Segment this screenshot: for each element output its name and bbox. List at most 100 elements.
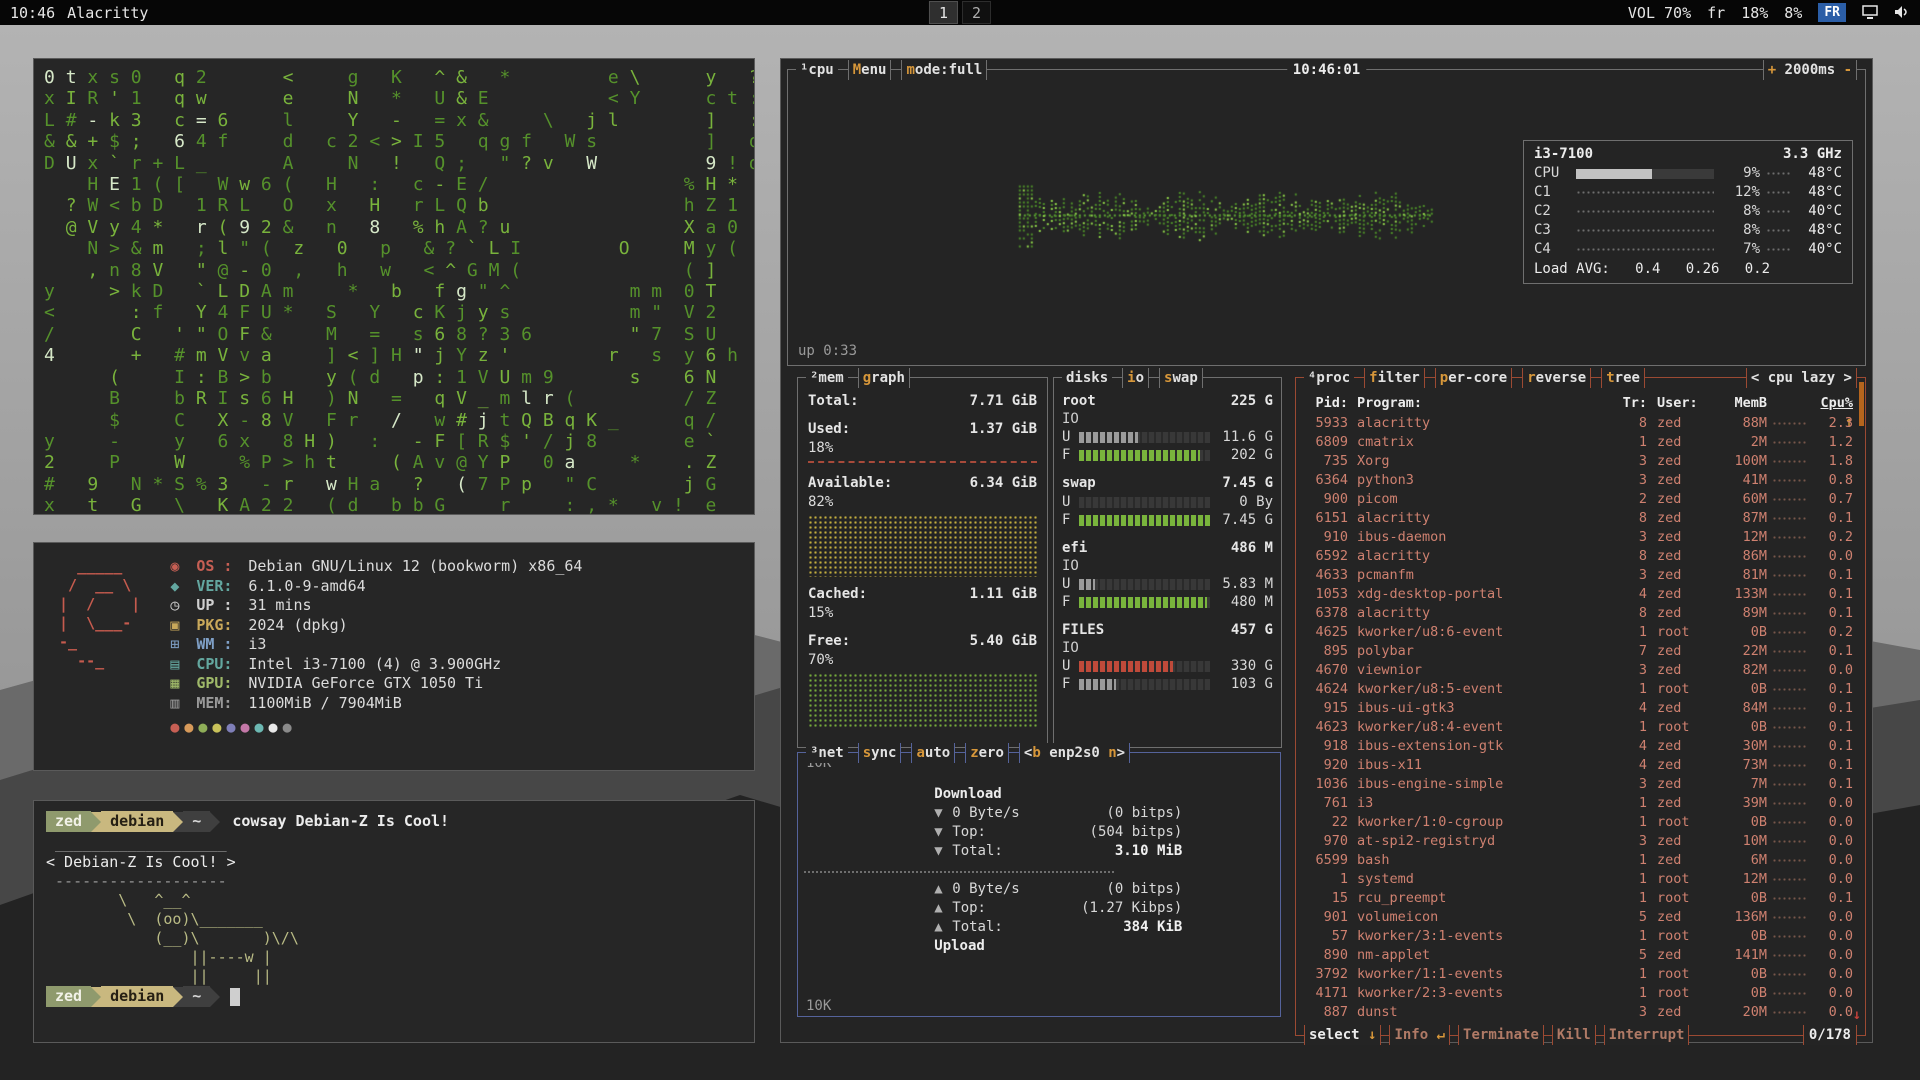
tab-reverse[interactable]: reverse (1522, 368, 1591, 388)
proc-row[interactable]: 5933alacritty8zed88M2.3 (1302, 414, 1853, 433)
debian-logo-ascii: _____ / __ \ | / | | \___- -_ --_ (50, 557, 140, 736)
tab-sync[interactable]: sync (858, 743, 902, 763)
proc-row[interactable]: 6378alacritty8zed89M0.1 (1302, 604, 1853, 623)
proc-row[interactable]: 1systemd1root12M0.0 (1302, 870, 1853, 889)
command-text: cowsay Debian-Z Is Cool! (232, 812, 449, 831)
kernel-icon: ◆ (170, 577, 196, 597)
tab-interval[interactable]: + 2000ms - (1763, 60, 1857, 80)
net-down-rows: ▼0 Byte/s(0 bitps)▼Top:(504 bitps)▼Total… (934, 804, 1182, 861)
scroll-down-icon[interactable]: ↓ (1853, 1007, 1861, 1023)
cpu-core-rows: CPU9%48°CC112%48°CC28%40°CC38%48°CC47%40… (1534, 164, 1842, 259)
proc-row[interactable]: 887dunst3zed20M0.0 (1302, 1003, 1853, 1022)
proc-row[interactable]: 22kworker/1:0-cgroup1root0B0.0 (1302, 813, 1853, 832)
mem-rows: Total:7.71 GiBUsed:1.37 GiB18%Available:… (798, 378, 1047, 747)
proc-footer-tabs: select ↓ Info ↵ Terminate Kill Interrupt (1304, 1025, 1689, 1045)
proc-row[interactable]: 761i31zed39M0.0 (1302, 794, 1853, 813)
net-stat-row: ▲0 Byte/s(0 bitps) (934, 880, 1182, 899)
prompt-separator (173, 987, 183, 1007)
proc-row[interactable]: 970at-spi2-registryd3zed10M0.0 (1302, 832, 1853, 851)
cpu-panel: ¹cpuMenumode:full 10:46:01 + 2000ms - i3… (787, 69, 1866, 366)
tab-auto[interactable]: auto (911, 743, 955, 763)
palette-dot: ● (226, 718, 240, 736)
proc-row[interactable]: 3792kworker/1:1-events1root0B0.0 (1302, 965, 1853, 984)
proc-row[interactable]: 915ibus-ui-gtk34zed84M0.1 (1302, 699, 1853, 718)
proc-row[interactable]: 1053xdg-desktop-portal4zed133M0.1 (1302, 585, 1853, 604)
proc-row[interactable]: 15rcu_preempt1root0B0.1 (1302, 889, 1853, 908)
proc-row[interactable]: 890nm-applet5zed141M0.0 (1302, 946, 1853, 965)
cpu-tabs: ¹cpuMenumode:full (796, 60, 987, 80)
cpu-core-row: C112%48°C (1534, 183, 1842, 202)
proc-row[interactable]: 4625kworker/u8:6-event1root0B0.2 (1302, 623, 1853, 642)
cpu-model: i3-7100 (1534, 145, 1593, 164)
proc-row[interactable]: 4624kworker/u8:5-event1root0B0.1 (1302, 680, 1853, 699)
proc-row[interactable]: 4633pcmanfm3zed81M0.1 (1302, 566, 1853, 585)
proc-tabs: ⁴procfilterper-corereversetree (1304, 368, 1645, 388)
btn-select[interactable]: select ↓ (1304, 1025, 1381, 1045)
keyboard-layout-indicator: fr (1707, 4, 1725, 22)
tab-graph[interactable]: graph (858, 368, 910, 388)
terminal-cowsay[interactable]: zed debian ~ cowsay Debian-Z Is Cool! __… (33, 800, 755, 1043)
prompt-separator (173, 812, 183, 832)
net-tabs: ³netsyncautozero<b enp2s0 n> (806, 743, 1130, 763)
volume-indicator[interactable]: VOL 70% (1628, 4, 1691, 22)
proc-row[interactable]: 6364python33zed41M0.8 (1302, 471, 1853, 490)
proc-row[interactable]: 4670viewnior3zed82M0.0 (1302, 661, 1853, 680)
proc-row[interactable]: 6592alacritty8zed86M0.0 (1302, 547, 1853, 566)
focused-window-title: Alacritty (67, 4, 148, 22)
btn-interrupt[interactable]: Interrupt (1604, 1025, 1690, 1045)
disk-section: FILES457 GIOU330 GF103 G (1062, 621, 1273, 693)
workspace-button-2[interactable]: 2 (962, 1, 991, 24)
terminal-cursor[interactable] (230, 988, 240, 1006)
disks-panel: disksioswap root225 GIOU11.6 GF202 Gswap… (1053, 377, 1282, 748)
scrollbar-thumb[interactable] (1859, 382, 1864, 426)
cpu-core-row: C47%40°C (1534, 240, 1842, 259)
prompt-path: ~ (183, 986, 210, 1007)
net-up-rows: ▲0 Byte/s(0 bitps)▲Top:(1.27 Kibps)▲Tota… (934, 880, 1182, 937)
btn-kill[interactable]: Kill (1552, 1025, 1596, 1045)
terminal-cmatrix[interactable]: 0 t x s 0 q 2 < g K ^ & * e \ y ?x I R '… (33, 58, 755, 515)
fetch-lines: ◉OS :Debian GNU/Linux 12 (bookworm) x86_… (170, 557, 582, 713)
proc-row[interactable]: 920ibus-x114zed73M0.1 (1302, 756, 1853, 775)
wm-icon: ⊞ (170, 635, 196, 655)
gpu-icon: ▦ (170, 674, 196, 694)
workspace-switcher: 1 2 (929, 0, 991, 25)
workspace-button-1[interactable]: 1 (929, 1, 958, 24)
palette-dot: ● (269, 718, 283, 736)
tab-interface[interactable]: <b enp2s0 n> (1019, 743, 1130, 763)
proc-row[interactable]: 6809cmatrix1zed2M1.2 (1302, 433, 1853, 452)
display-icon (1862, 5, 1878, 20)
proc-row[interactable]: 6151alacritty8zed87M0.1 (1302, 509, 1853, 528)
memory-panel: ²memgraph Total:7.71 GiBUsed:1.37 GiB18%… (797, 377, 1048, 748)
terminal-fastfetch[interactable]: _____ / __ \ | / | | \___- -_ --_ ◉OS :D… (33, 542, 755, 771)
proc-row[interactable]: 4171kworker/2:3-events1root0B0.0 (1302, 984, 1853, 1003)
proc-column-header[interactable]: Cpu% (1820, 395, 1853, 411)
proc-row[interactable]: 900picom2zed60M0.7 (1302, 490, 1853, 509)
proc-row[interactable]: 895polybar7zed22M0.1 (1302, 642, 1853, 661)
tab-disks: disks (1062, 368, 1112, 388)
packages-icon: ▣ (170, 616, 196, 636)
proc-row[interactable]: 901volumeicon5zed136M0.0 (1302, 908, 1853, 927)
tab-io[interactable]: io (1122, 368, 1149, 388)
tab-sort[interactable]: < cpu lazy > (1746, 368, 1857, 388)
proc-row[interactable]: 735Xorg3zed100M1.8 (1302, 452, 1853, 471)
tab-menu[interactable]: Menu (848, 60, 892, 80)
proc-row[interactable]: 910ibus-daemon3zed12M0.2 (1302, 528, 1853, 547)
tab-filter[interactable]: filter (1364, 368, 1425, 388)
btn-info[interactable]: Info ↵ (1389, 1025, 1450, 1045)
proc-row[interactable]: 6599bash1zed6M0.0 (1302, 851, 1853, 870)
prompt-separator (210, 812, 220, 832)
btn-terminate[interactable]: Terminate (1458, 1025, 1544, 1045)
disk-section: efi486 MIOU5.83 MF480 M (1062, 539, 1273, 611)
cowsay-output: ___________________< Debian-Z Is Cool! >… (46, 834, 742, 986)
tab-mode[interactable]: mode:full (901, 60, 987, 80)
proc-row[interactable]: 57kworker/3:1-events1root0B0.0 (1302, 927, 1853, 946)
tab-per-core[interactable]: per-core (1435, 368, 1512, 388)
proc-row[interactable]: 4623kworker/u8:4-event1root0B0.1 (1302, 718, 1853, 737)
zenith-monitor-window[interactable]: ¹cpuMenumode:full 10:46:01 + 2000ms - i3… (780, 58, 1873, 1043)
tab-swap[interactable]: swap (1159, 368, 1203, 388)
disk-sections: root225 GIOU11.6 GF202 Gswap7.45 GU0 ByF… (1054, 378, 1281, 747)
proc-row[interactable]: 918ibus-extension-gtk4zed30M0.1 (1302, 737, 1853, 756)
tab-zero[interactable]: zero (965, 743, 1009, 763)
tab-tree[interactable]: tree (1601, 368, 1645, 388)
proc-row[interactable]: 1036ibus-engine-simple3zed7M0.1 (1302, 775, 1853, 794)
